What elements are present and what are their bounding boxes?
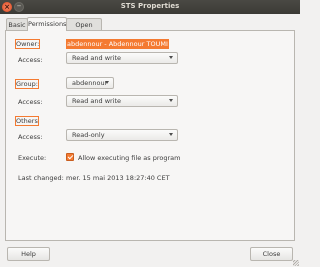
chevron-down-icon: [169, 56, 173, 59]
chevron-down-icon: [105, 81, 109, 84]
title-bar[interactable]: × – STS Properties: [0, 0, 300, 14]
group-access-label: Access:: [18, 98, 43, 106]
tab-open-with[interactable]: Open With: [66, 18, 102, 41]
last-changed-label: Last changed:: [18, 174, 64, 182]
owner-access-label: Access:: [18, 56, 43, 64]
owner-value: abdennour - Abdennour TOUMI: [66, 39, 169, 49]
chevron-down-icon: [169, 99, 173, 102]
others-access-combo[interactable]: Read-only: [66, 129, 178, 141]
properties-window: × – STS Properties Basic Permissions Ope…: [0, 0, 300, 267]
help-button[interactable]: Help: [7, 247, 50, 261]
others-access-label: Access:: [18, 133, 43, 141]
chevron-down-icon: [169, 133, 173, 136]
window-title: STS Properties: [120, 2, 180, 10]
tab-basic[interactable]: Basic: [6, 18, 28, 30]
owner-label: Owner:: [14, 39, 41, 49]
group-access-combo[interactable]: Read and write: [66, 95, 178, 107]
others-access-value: Read-only: [72, 131, 105, 139]
execute-label: Execute:: [18, 154, 47, 162]
tab-permissions[interactable]: Permissions: [27, 17, 67, 31]
owner-access-combo[interactable]: Read and write: [66, 52, 178, 64]
execute-checkbox-label[interactable]: Allow executing file as program: [78, 154, 180, 162]
group-access-value: Read and write: [72, 97, 122, 105]
owner-access-value: Read and write: [72, 54, 122, 62]
group-label: Group:: [15, 79, 39, 89]
others-label: Others: [15, 116, 39, 126]
close-button[interactable]: Close: [250, 247, 293, 261]
group-combo[interactable]: abdennour: [66, 77, 114, 89]
last-changed-value: mer. 15 mai 2013 18:27:40 CET: [66, 174, 170, 182]
resize-grip-icon[interactable]: [293, 260, 299, 266]
group-value: abdennour: [72, 79, 108, 87]
execute-checkbox[interactable]: [66, 153, 74, 161]
